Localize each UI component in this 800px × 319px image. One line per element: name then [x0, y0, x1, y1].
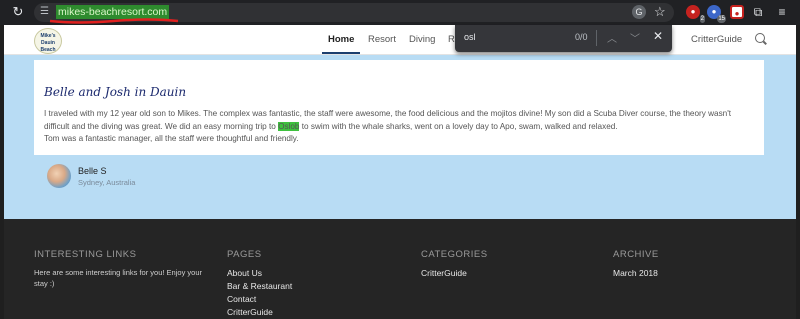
divider	[596, 30, 597, 46]
nav-resort[interactable]: Resort	[368, 34, 396, 45]
find-match-count: 0/0	[575, 32, 588, 42]
find-next-icon[interactable]: ﹀	[630, 30, 640, 45]
close-icon[interactable]: ✕	[653, 29, 663, 43]
author-name: Belle S	[78, 166, 107, 176]
extension-red-icon[interactable]: ● 2	[686, 5, 705, 23]
nav-critterguide[interactable]: CritterGuide	[691, 34, 742, 45]
nav-partial-item[interactable]: R	[448, 34, 455, 45]
resort-logo[interactable]: Mike's Dauin Beach	[34, 28, 62, 54]
website: Mike's Dauin Beach Home Resort Diving R Cr…	[4, 25, 796, 319]
review-title: Belle and Josh in Dauin	[44, 85, 187, 99]
review-line-3: Tom was a fantastic manager, all the sta…	[44, 134, 299, 143]
review-line-1: I traveled with my 12 year old son to Mi…	[44, 109, 732, 118]
footer-text: Here are some interesting links for you!…	[34, 268, 202, 288]
site-info-icon[interactable]: ☰	[40, 5, 54, 19]
site-navbar: Mike's Dauin Beach Home Resort Diving R Cr…	[4, 25, 796, 55]
find-in-page-bar: osl 0/0 ︿ ﹀ ✕	[455, 25, 672, 52]
review-body: I traveled with my 12 year old son to Mi…	[44, 108, 756, 146]
footer-heading: INTERESTING LINKS	[34, 249, 137, 260]
footer-pages: PAGES About Us Bar & Restaurant Contact …	[227, 249, 292, 319]
author-location: Sydney, Australia	[78, 178, 136, 187]
footer-interesting-links: INTERESTING LINKS Here are some interest…	[34, 249, 204, 289]
site-footer: INTERESTING LINKS Here are some interest…	[4, 219, 796, 319]
menu-icon[interactable]: ≡	[775, 5, 789, 19]
url-text[interactable]: mikes-beachresort.com	[56, 5, 170, 19]
footer-link-archive[interactable]: March 2018	[613, 267, 659, 280]
browser-toolbar: ↻ ☰ mikes-beachresort.com G ☆ ● 2 ● 15 ● ⧉…	[0, 0, 800, 25]
footer-heading: CATEGORIES	[421, 249, 488, 260]
review-card: Belle and Josh in Dauin I traveled with …	[34, 60, 764, 155]
footer-link-bar[interactable]: Bar & Restaurant	[227, 280, 292, 293]
footer-link-critterguide[interactable]: CritterGuide	[227, 306, 292, 319]
footer-link-about[interactable]: About Us	[227, 267, 292, 280]
puzzle-icon[interactable]: ⧉	[751, 5, 765, 19]
bookmark-star-icon[interactable]: ☆	[654, 4, 666, 20]
extension-blue-icon[interactable]: ● 15	[707, 5, 726, 23]
find-previous-icon[interactable]: ︿	[607, 30, 617, 45]
footer-heading: PAGES	[227, 249, 262, 260]
translate-icon[interactable]: G	[632, 5, 646, 19]
nav-diving[interactable]: Diving	[409, 34, 435, 45]
search-icon[interactable]	[755, 33, 765, 43]
footer-archive: ARCHIVE March 2018	[613, 249, 659, 280]
find-highlight: Oslob	[278, 121, 300, 131]
footer-link-category[interactable]: CritterGuide	[421, 267, 488, 280]
find-input[interactable]: osl	[464, 32, 476, 42]
review-line-2-post: to swim with the whale sharks, went on a…	[299, 121, 618, 131]
active-nav-underline	[322, 52, 360, 54]
nav-home[interactable]: Home	[328, 34, 354, 45]
footer-categories: CATEGORIES CritterGuide	[421, 249, 488, 280]
review-line-2-pre: difficult and the diving was great. We d…	[44, 121, 279, 131]
footer-link-contact[interactable]: Contact	[227, 293, 292, 306]
address-bar[interactable]: ☰ mikes-beachresort.com G ☆	[34, 3, 674, 24]
red-underline-annotation	[49, 18, 179, 24]
extension-record-icon[interactable]: ●	[730, 5, 744, 19]
avatar	[47, 164, 71, 188]
footer-heading: ARCHIVE	[613, 249, 659, 260]
reload-icon[interactable]: ↻	[10, 4, 26, 20]
